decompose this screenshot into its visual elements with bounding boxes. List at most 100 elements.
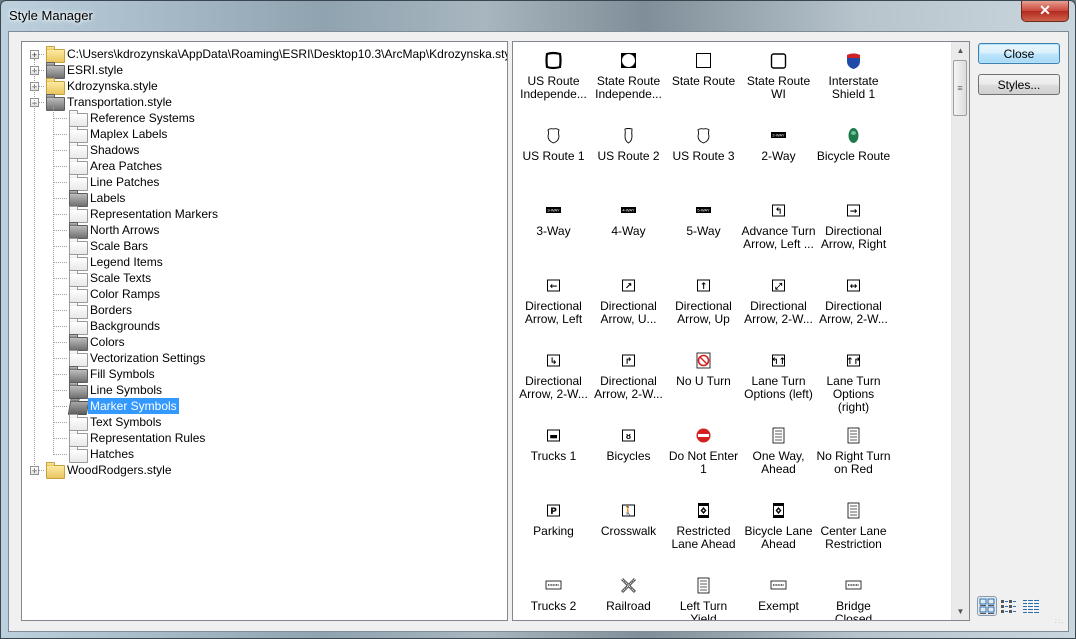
tree-item[interactable]: + ESRI.style: [22, 62, 502, 79]
symbol-label: US Route 2: [597, 149, 660, 163]
folder-icon: [69, 158, 88, 175]
view-large-icons-button[interactable]: [977, 596, 997, 616]
tree-item[interactable]: Representation Rules: [22, 430, 502, 447]
symbol-label: Trucks 1: [530, 449, 577, 463]
symbol-item[interactable]: Center Lane Restriction: [816, 492, 891, 567]
symbol-label: Do Not Enter 1: [668, 449, 739, 476]
expand-icon[interactable]: +: [30, 50, 39, 60]
folder-icon: [69, 430, 88, 447]
symbol-item[interactable]: ↔ Directional Arrow, 2-W...: [816, 267, 891, 342]
symbol-item[interactable]: P Parking: [516, 492, 591, 567]
tree-item[interactable]: Shadows: [22, 142, 502, 159]
tree-item[interactable]: Color Ramps: [22, 286, 502, 303]
window-close-button[interactable]: ✕: [1021, 1, 1069, 22]
symbol-item[interactable]: ↑↱ Lane Turn Options (right): [816, 342, 891, 417]
styles-button[interactable]: Styles...: [978, 74, 1060, 95]
tree-item[interactable]: Text Symbols: [22, 414, 502, 431]
tree-item[interactable]: Line Patches: [22, 174, 502, 191]
symbol-item[interactable]: No Right Turn on Red: [816, 417, 891, 492]
folder-icon: [69, 142, 88, 159]
view-details-button[interactable]: [1021, 596, 1041, 616]
tree-item[interactable]: Borders: [22, 302, 502, 319]
symbol-item[interactable]: ↑ Directional Arrow, Up: [666, 267, 741, 342]
symbol-item[interactable]: Bridge Closed: [816, 567, 891, 620]
resize-grip[interactable]: . .. . .: [1055, 616, 1065, 628]
symbol-label: US Route 3: [672, 149, 735, 163]
tree-item[interactable]: Backgrounds: [22, 318, 502, 335]
tree-item[interactable]: + Kdrozynska.style: [22, 78, 502, 95]
close-button[interactable]: Close: [978, 43, 1060, 64]
tree-item[interactable]: Fill Symbols: [22, 366, 502, 383]
symbol-item[interactable]: 🚶 Crosswalk: [591, 492, 666, 567]
symbol-item[interactable]: Bicycle Lane Ahead: [741, 492, 816, 567]
scroll-up-arrow-icon[interactable]: ▲: [952, 42, 969, 59]
symbol-item[interactable]: ▬ Trucks 1: [516, 417, 591, 492]
symbol-item[interactable]: ↗ Directional Arrow, U...: [591, 267, 666, 342]
symbol-item[interactable]: No U Turn: [666, 342, 741, 417]
tree-item[interactable]: Area Patches: [22, 158, 502, 175]
symbol-item[interactable]: Interstate Shield 1: [816, 42, 891, 117]
symbol-item[interactable]: Railroad: [591, 567, 666, 620]
symbol-gallery[interactable]: US Route Independe... State Route Indepen…: [512, 41, 970, 621]
tree-item[interactable]: + WoodRodgers.style: [22, 462, 502, 479]
symbol-item[interactable]: ← Directional Arrow, Left: [516, 267, 591, 342]
view-list-button[interactable]: [998, 596, 1018, 616]
tree-connector: [53, 310, 67, 311]
symbol-item[interactable]: One Way, Ahead: [741, 417, 816, 492]
symbol-item[interactable]: US Route 1: [516, 117, 591, 192]
tree-item-label: Hatches: [90, 447, 135, 461]
tree-item-label: Text Symbols: [90, 415, 162, 429]
tree-item[interactable]: + C:\Users\kdrozynska\AppData\Roaming\ESR…: [22, 46, 507, 63]
tree-item[interactable]: Scale Bars: [22, 238, 502, 255]
symbol-item[interactable]: US Route 2: [591, 117, 666, 192]
symbol-item[interactable]: ↱ Directional Arrow, 2-W...: [591, 342, 666, 417]
symbol-item[interactable]: Restricted Lane Ahead: [666, 492, 741, 567]
symbol-item[interactable]: 3-WAY 3-Way: [516, 192, 591, 267]
symbol-item[interactable]: 2-WAY 2-Way: [741, 117, 816, 192]
symbol-label: Advance Turn Arrow, Left ...: [741, 224, 816, 251]
style-tree[interactable]: + C:\Users\kdrozynska\AppData\Roaming\ESR…: [21, 41, 508, 621]
tree-item-label: Line Symbols: [90, 383, 163, 397]
symbol-item[interactable]: US Route 3: [666, 117, 741, 192]
tree-item[interactable]: Scale Texts: [22, 270, 502, 287]
symbol-item[interactable]: ᴕ Bicycles: [591, 417, 666, 492]
scroll-down-arrow-icon[interactable]: ▼: [952, 603, 969, 620]
svg-text:↔: ↔: [850, 282, 858, 292]
tree-item[interactable]: Colors: [22, 334, 502, 351]
symbol-item[interactable]: → Directional Arrow, Right: [816, 192, 891, 267]
symbol-item[interactable]: ⤢ Directional Arrow, 2-W...: [741, 267, 816, 342]
symbol-item[interactable]: State Route: [666, 42, 741, 117]
tall-sign-icon: [844, 426, 863, 445]
tree-item[interactable]: Reference Systems: [22, 110, 502, 127]
tree-item[interactable]: − Transportation.style: [22, 94, 502, 111]
symbol-item[interactable]: ↰ Advance Turn Arrow, Left ...: [741, 192, 816, 267]
symbol-item[interactable]: State Route WI: [741, 42, 816, 117]
symbol-item[interactable]: Left Turn Yield: [666, 567, 741, 620]
symbol-item[interactable]: Bicycle Route: [816, 117, 891, 192]
symbol-item[interactable]: ↰↑ Lane Turn Options (left): [741, 342, 816, 417]
symbol-item[interactable]: State Route Independe...: [591, 42, 666, 117]
symbol-item[interactable]: Do Not Enter 1: [666, 417, 741, 492]
symbol-label: Directional Arrow, Right: [820, 224, 887, 251]
tree-item[interactable]: Representation Markers: [22, 206, 502, 223]
symbol-item[interactable]: ↳ Directional Arrow, 2-W...: [516, 342, 591, 417]
tree-item-label: Representation Markers: [90, 207, 219, 221]
symbol-item[interactable]: Trucks 2: [516, 567, 591, 620]
symbol-label: Railroad: [606, 599, 651, 613]
symbol-item[interactable]: US Route Independe...: [516, 42, 591, 117]
symbol-item[interactable]: Exempt: [741, 567, 816, 620]
tree-item[interactable]: Vectorization Settings: [22, 350, 502, 367]
symbol-item[interactable]: 5-WAY 5-Way: [666, 192, 741, 267]
gallery-scrollbar[interactable]: ▲ ≡ ▼: [951, 42, 969, 620]
tree-item[interactable]: Line Symbols: [22, 382, 502, 399]
tree-item[interactable]: Labels: [22, 190, 502, 207]
symbol-item[interactable]: 4-WAY 4-Way: [591, 192, 666, 267]
tree-item[interactable]: Legend Items: [22, 254, 502, 271]
tree-item[interactable]: Maplex Labels: [22, 126, 502, 143]
tree-item[interactable]: North Arrows: [22, 222, 502, 239]
symbol-label: Interstate Shield 1: [828, 74, 879, 101]
scroll-thumb[interactable]: ≡: [953, 60, 967, 116]
tree-item-selected[interactable]: Marker Symbols: [22, 398, 502, 415]
title-bar[interactable]: Style Manager ✕: [1, 1, 1075, 31]
tree-item[interactable]: Hatches: [22, 446, 502, 463]
